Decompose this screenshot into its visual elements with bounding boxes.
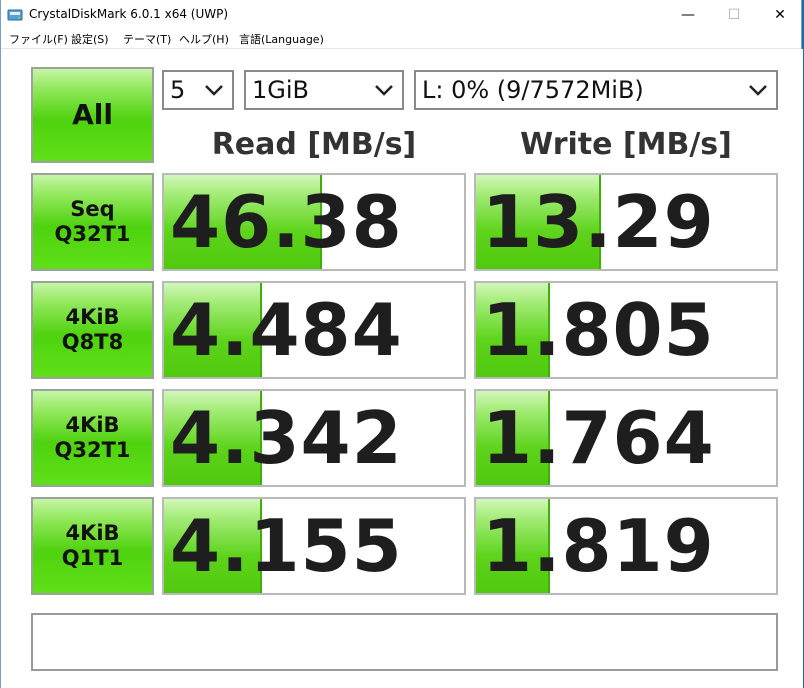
read-result-cell: 46.38: [162, 173, 466, 271]
comment-field[interactable]: [31, 613, 778, 671]
maximize-button[interactable]: ☐: [711, 0, 757, 30]
read-value: 4.484: [170, 288, 403, 372]
test-button-seq-q32t1[interactable]: Seq Q32T1: [31, 173, 154, 271]
window-title: CrystalDiskMark 6.0.1 x64 (UWP): [29, 7, 229, 21]
menu-language[interactable]: 言語(Language): [235, 31, 328, 47]
write-value: 13.29: [482, 180, 715, 264]
test-count-value: 5: [170, 76, 186, 104]
read-result-cell: 4.484: [162, 281, 466, 379]
menu-theme[interactable]: テーマ(T): [119, 31, 175, 47]
test-label-line2: Q1T1: [61, 546, 124, 570]
test-count-select[interactable]: 5: [162, 70, 234, 110]
main-panel: All 5 1GiB L: 0% (9/7572MiB) Read [MB/s]…: [1, 49, 803, 688]
test-label-line2: Q8T8: [61, 330, 124, 354]
close-button[interactable]: ✕: [757, 0, 803, 30]
test-label-line2: Q32T1: [54, 438, 131, 462]
write-header: Write [MB/s]: [520, 127, 732, 162]
chevron-down-icon: [749, 85, 767, 96]
write-result-cell: 1.764: [474, 389, 778, 487]
drive-value: L: 0% (9/7572MiB): [422, 76, 644, 104]
test-label-line1: 4KiB: [65, 412, 120, 437]
write-result-cell: 13.29: [474, 173, 778, 271]
all-button[interactable]: All: [31, 67, 154, 163]
read-value: 4.155: [170, 504, 403, 588]
test-button-4kib-q8t8[interactable]: 4KiB Q8T8: [31, 281, 154, 379]
all-button-label: All: [72, 98, 113, 132]
write-value: 1.819: [482, 504, 715, 588]
read-value: 46.38: [170, 180, 403, 264]
test-label-line1: Seq: [70, 196, 115, 221]
write-result-cell: 1.819: [474, 497, 778, 595]
test-size-select[interactable]: 1GiB: [244, 70, 404, 110]
read-result-cell: 4.342: [162, 389, 466, 487]
test-label-line1: 4KiB: [65, 304, 120, 329]
drive-select[interactable]: L: 0% (9/7572MiB): [414, 70, 778, 110]
minimize-button[interactable]: —: [665, 0, 711, 30]
chevron-down-icon: [205, 85, 223, 96]
app-window: CrystalDiskMark 6.0.1 x64 (UWP) — ☐ ✕ ファ…: [0, 0, 803, 688]
read-value: 4.342: [170, 396, 403, 480]
chevron-down-icon: [375, 85, 393, 96]
read-result-cell: 4.155: [162, 497, 466, 595]
write-result-cell: 1.805: [474, 281, 778, 379]
menu-file[interactable]: ファイル(F): [5, 31, 72, 47]
test-size-value: 1GiB: [252, 76, 309, 104]
menu-help[interactable]: ヘルプ(H): [175, 31, 233, 47]
read-header: Read [MB/s]: [211, 127, 417, 162]
title-bar[interactable]: CrystalDiskMark 6.0.1 x64 (UWP) — ☐ ✕: [1, 0, 801, 30]
write-value: 1.764: [482, 396, 715, 480]
menu-bar: ファイル(F) 設定(S) テーマ(T) ヘルプ(H) 言語(Language): [1, 30, 801, 49]
write-value: 1.805: [482, 288, 715, 372]
menu-settings[interactable]: 設定(S): [67, 31, 113, 47]
test-label-line1: 4KiB: [65, 520, 120, 545]
disk-icon: [7, 9, 23, 21]
test-label-line2: Q32T1: [54, 222, 131, 246]
test-button-4kib-q1t1[interactable]: 4KiB Q1T1: [31, 497, 154, 595]
test-button-4kib-q32t1[interactable]: 4KiB Q32T1: [31, 389, 154, 487]
